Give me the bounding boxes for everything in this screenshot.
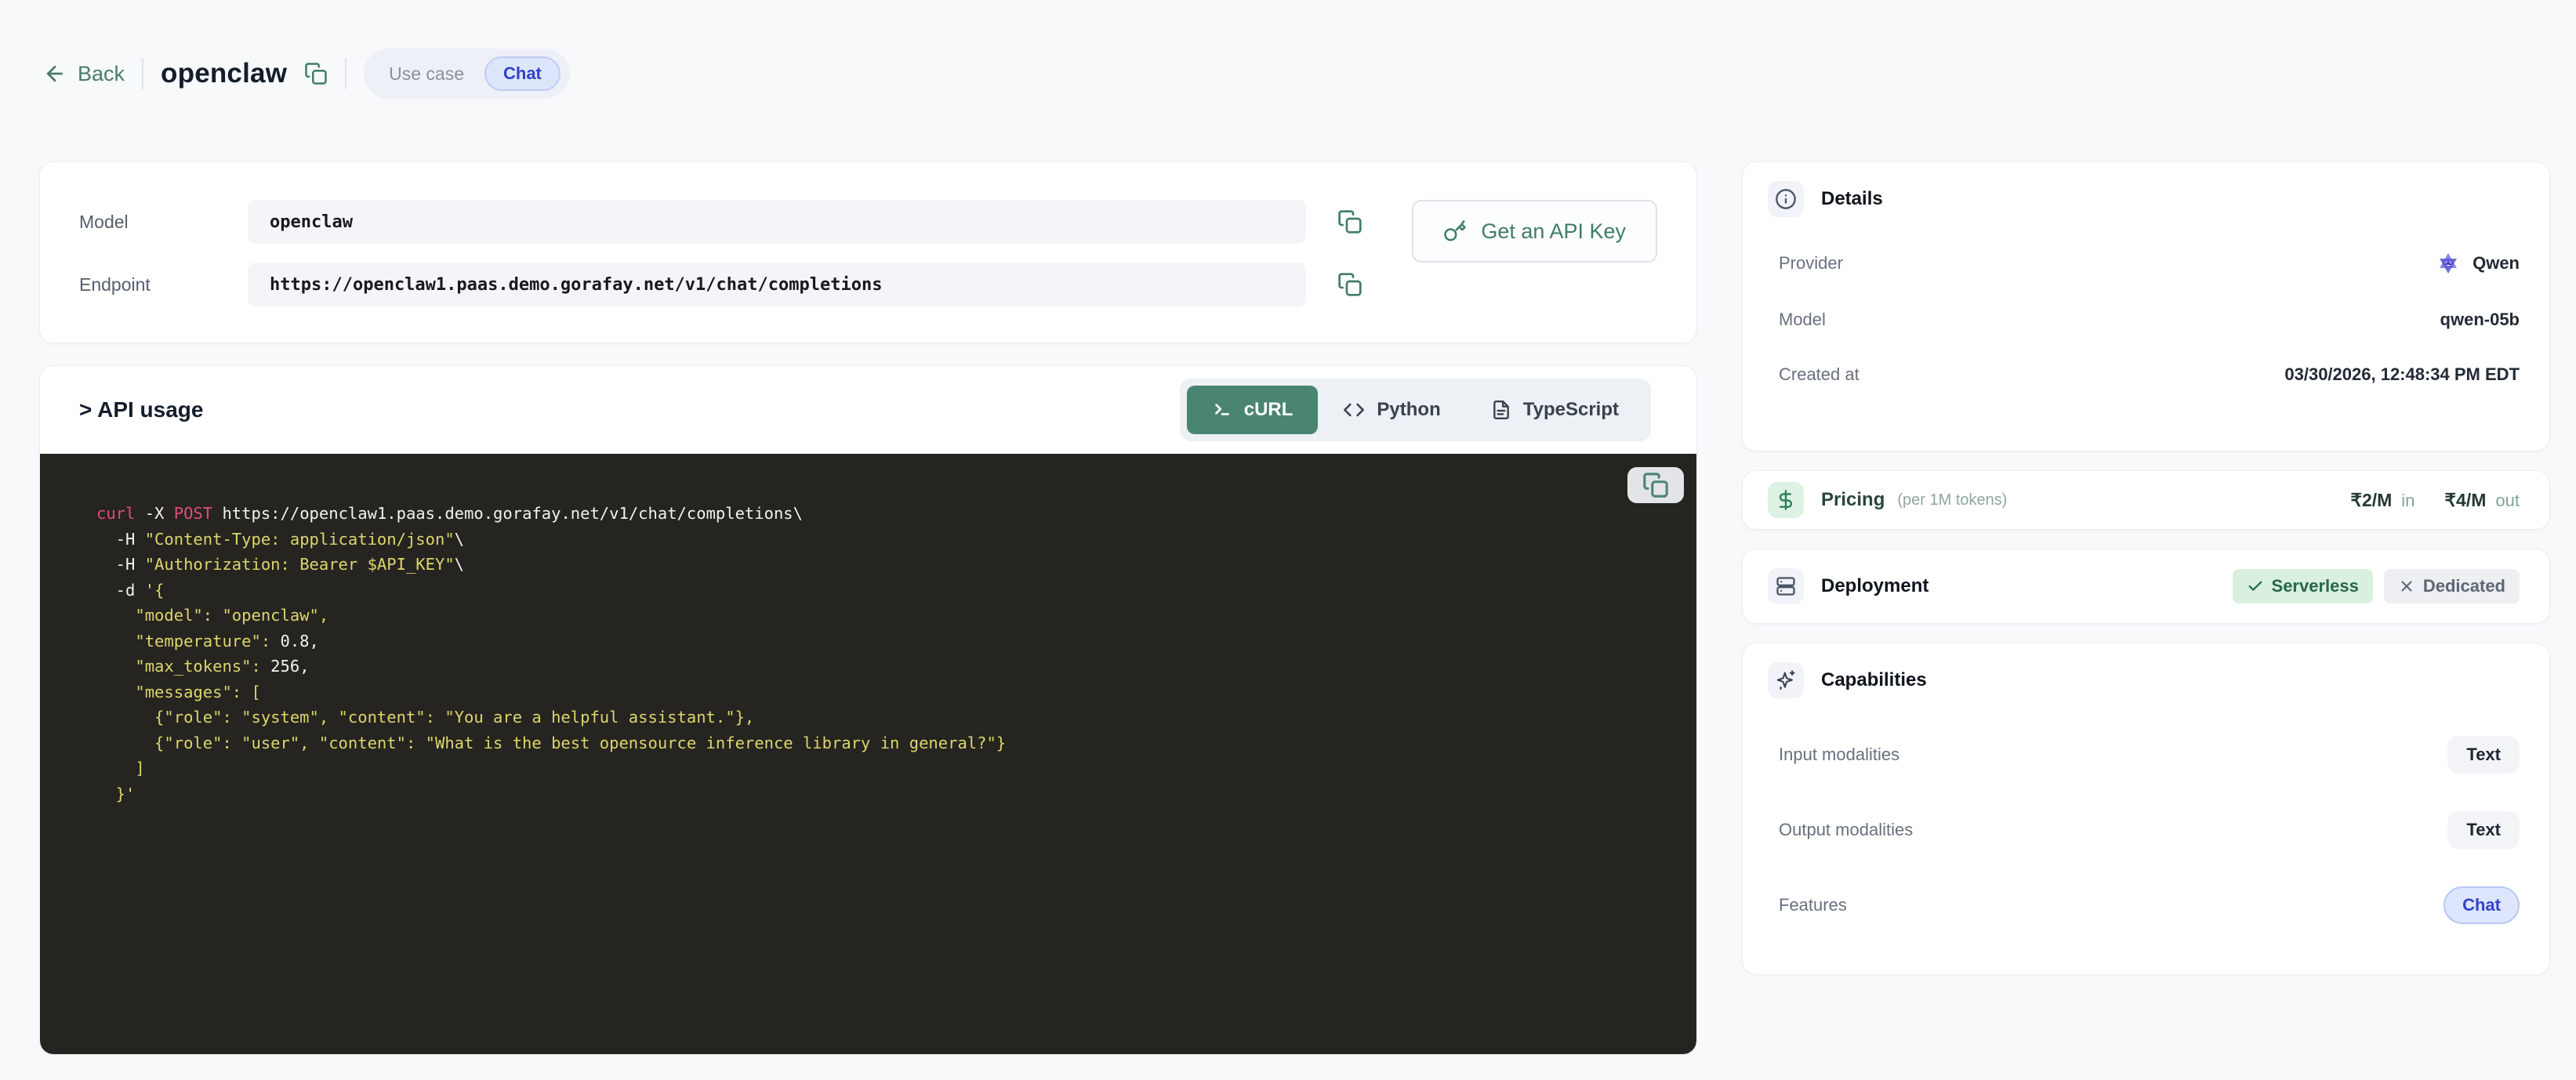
created-at-label: Created at — [1779, 364, 1859, 385]
capabilities-card: Capabilities Input modalities Text Outpu… — [1742, 643, 2550, 975]
key-icon — [1443, 219, 1467, 243]
tab-typescript-label: TypeScript — [1523, 399, 1619, 421]
terminal-icon — [1212, 400, 1232, 420]
price-out-label: out — [2495, 491, 2520, 511]
copy-title-button[interactable] — [304, 62, 328, 85]
details-title: Details — [1821, 188, 1883, 210]
code-icon — [1343, 399, 1365, 421]
provider-value: Qwen — [2436, 252, 2520, 275]
tab-python-label: Python — [1377, 399, 1440, 421]
page-title: openclaw — [161, 58, 287, 89]
deployment-card: Deployment Serverless Dedicated — [1742, 549, 2550, 624]
copy-icon — [304, 62, 328, 85]
features-row: Features Chat — [1768, 886, 2520, 924]
provider-label: Provider — [1779, 253, 1843, 274]
topbar: Back openclaw Use case Chat — [0, 0, 2576, 96]
serverless-label: Serverless — [2272, 576, 2359, 596]
deployment-header: Deployment — [1768, 568, 1928, 604]
info-icon — [1768, 181, 1804, 217]
model-detail-label: Model — [1779, 310, 1826, 330]
output-modalities-row: Output modalities Text — [1768, 811, 2520, 849]
file-code-icon — [1491, 400, 1511, 420]
copy-icon — [1337, 209, 1362, 234]
copy-icon — [1642, 472, 1669, 498]
price-in-label: in — [2401, 491, 2415, 511]
api-usage-card: > API usage cURL Python — [39, 365, 1697, 1055]
tab-curl-label: cURL — [1244, 399, 1293, 421]
capabilities-header: Capabilities — [1768, 662, 2520, 698]
endpoint-card: Model openclaw Endpoint https://openclaw… — [39, 161, 1697, 343]
qwen-logo-icon — [2436, 252, 2460, 275]
model-detail-row: Model qwen-05b — [1768, 310, 2520, 330]
input-modalities-label: Input modalities — [1779, 745, 1899, 765]
output-modalities-badge: Text — [2447, 811, 2520, 849]
model-field[interactable]: openclaw — [248, 200, 1306, 244]
divider — [142, 58, 143, 89]
model-detail-value: qwen-05b — [2440, 310, 2520, 330]
use-case-chat-badge: Chat — [484, 56, 561, 91]
server-icon — [1768, 568, 1804, 604]
features-label: Features — [1779, 895, 1847, 915]
main-content: Model openclaw Endpoint https://openclaw… — [0, 161, 2576, 1055]
right-column: Details Provider Qwen Model qwen-05b — [1742, 161, 2550, 1055]
details-header: Details — [1768, 181, 2520, 217]
deployment-title: Deployment — [1821, 575, 1928, 597]
output-modalities-label: Output modalities — [1779, 820, 1913, 840]
model-label: Model — [79, 212, 248, 233]
serverless-badge: Serverless — [2233, 569, 2373, 603]
dollar-icon — [1768, 482, 1804, 518]
endpoint-label: Endpoint — [79, 274, 248, 295]
tab-python[interactable]: Python — [1318, 386, 1465, 434]
price-out-value: ₹4/M — [2444, 490, 2486, 511]
api-usage-title: > API usage — [79, 397, 203, 422]
code-content: curl -X POST https://openclaw1.paas.demo… — [96, 501, 1665, 806]
endpoint-row: Endpoint https://openclaw1.paas.demo.gor… — [79, 263, 1657, 306]
dedicated-label: Dedicated — [2423, 576, 2505, 596]
dedicated-badge: Dedicated — [2384, 569, 2520, 603]
x-icon — [2398, 578, 2415, 595]
input-modalities-badge: Text — [2447, 736, 2520, 774]
copy-icon — [1337, 272, 1362, 297]
check-icon — [2247, 578, 2264, 595]
back-label: Back — [78, 62, 125, 86]
details-card: Details Provider Qwen Model qwen-05b — [1742, 161, 2550, 451]
endpoint-field[interactable]: https://openclaw1.paas.demo.gorafay.net/… — [248, 263, 1306, 306]
model-detail-page: Back openclaw Use case Chat Model opencl… — [0, 0, 2576, 1080]
copy-endpoint-button[interactable] — [1337, 272, 1362, 297]
pricing-values: ₹2/M in ₹4/M out — [2350, 490, 2520, 511]
code-block: curl -X POST https://openclaw1.paas.demo… — [40, 454, 1696, 1054]
tab-typescript[interactable]: TypeScript — [1466, 386, 1644, 434]
divider — [345, 58, 346, 89]
pricing-card: Pricing (per 1M tokens) ₹2/M in ₹4/M out — [1742, 470, 2550, 530]
deployment-badges: Serverless Dedicated — [2233, 569, 2520, 603]
pricing-note: (per 1M tokens) — [1897, 491, 2007, 509]
created-at-value: 03/30/2026, 12:48:34 PM EDT — [2284, 364, 2520, 385]
tab-curl[interactable]: cURL — [1187, 386, 1319, 434]
use-case-label: Use case — [389, 63, 464, 85]
pricing-title: Pricing — [1821, 489, 1885, 511]
arrow-left-icon — [43, 62, 67, 85]
copy-code-button[interactable] — [1627, 467, 1684, 503]
input-modalities-row: Input modalities Text — [1768, 736, 2520, 774]
features-chat-badge: Chat — [2444, 886, 2520, 924]
get-api-key-button[interactable]: Get an API Key — [1412, 200, 1657, 263]
get-api-key-label: Get an API Key — [1481, 219, 1626, 244]
provider-name: Qwen — [2473, 253, 2520, 274]
copy-model-button[interactable] — [1337, 209, 1362, 234]
language-tabs: cURL Python TypeScript — [1180, 379, 1651, 441]
capabilities-title: Capabilities — [1821, 669, 1927, 691]
sparkles-icon — [1768, 662, 1804, 698]
api-usage-header: > API usage cURL Python — [40, 366, 1696, 454]
use-case-pill: Use case Chat — [364, 49, 570, 99]
created-at-row: Created at 03/30/2026, 12:48:34 PM EDT — [1768, 364, 2520, 385]
price-in-value: ₹2/M — [2350, 490, 2392, 511]
left-column: Model openclaw Endpoint https://openclaw… — [39, 161, 1697, 1055]
provider-row: Provider Qwen — [1768, 252, 2520, 275]
back-button[interactable]: Back — [43, 62, 125, 86]
